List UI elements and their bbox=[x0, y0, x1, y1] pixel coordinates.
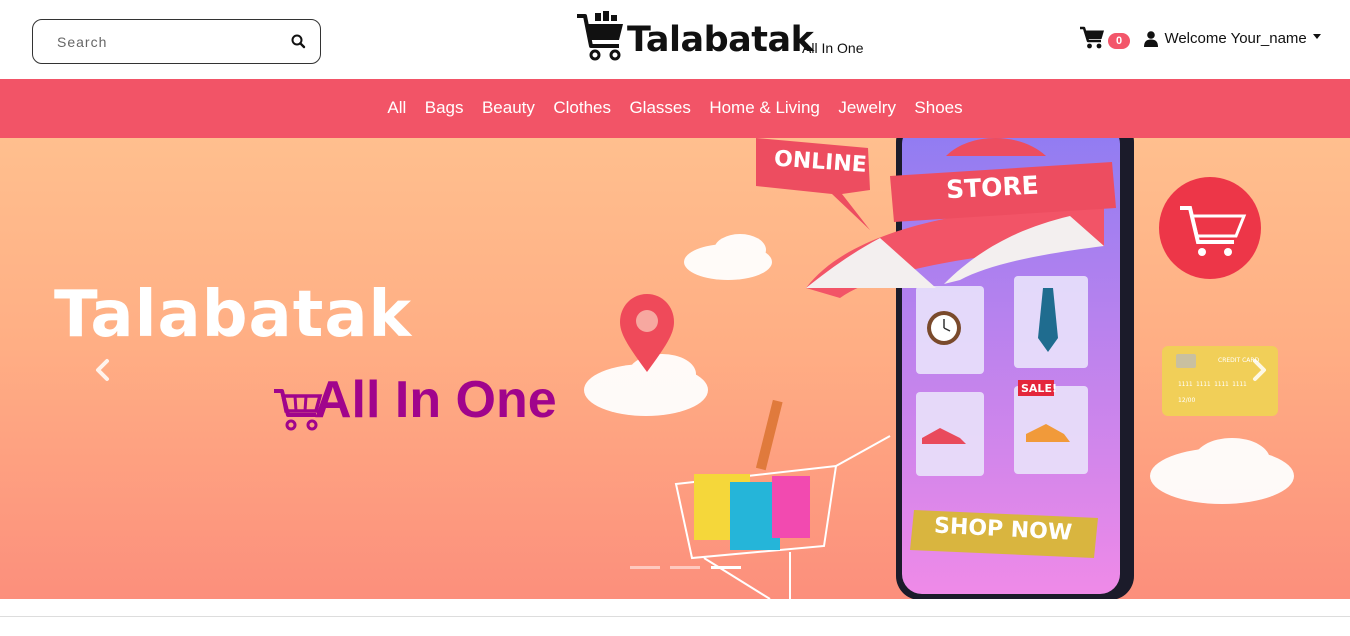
svg-text:1111 1111 1111 1111: 1111 1111 1111 1111 bbox=[1178, 381, 1247, 388]
search-box bbox=[32, 19, 321, 64]
nav-link-shoes[interactable]: Shoes bbox=[914, 98, 962, 118]
logo-subtitle: All In One bbox=[802, 40, 864, 56]
hero-carousel: ONLINE STORE SALE! SHOP NOW CREDIT CARD … bbox=[0, 138, 1350, 599]
search-icon[interactable] bbox=[289, 32, 309, 52]
hero-title: Talabatak bbox=[54, 278, 413, 352]
search-input[interactable] bbox=[57, 30, 277, 54]
carousel-indicator[interactable] bbox=[630, 566, 660, 569]
nav-link-home-living[interactable]: Home & Living bbox=[709, 98, 820, 118]
carousel-indicator-active[interactable] bbox=[710, 566, 741, 569]
carousel-next-chevron-icon[interactable] bbox=[1238, 343, 1282, 393]
hero-illustration: ONLINE STORE SALE! SHOP NOW CREDIT CARD … bbox=[584, 138, 1294, 599]
carousel-indicator[interactable] bbox=[670, 566, 701, 569]
svg-text:12/00: 12/00 bbox=[1178, 397, 1195, 404]
nav-link-beauty[interactable]: Beauty bbox=[482, 98, 535, 118]
caret-down-icon bbox=[1313, 34, 1322, 40]
nav-link-all[interactable]: All bbox=[387, 98, 406, 118]
user-icon bbox=[1144, 30, 1158, 47]
carousel-indicators bbox=[630, 566, 747, 572]
svg-text:STORE: STORE bbox=[945, 170, 1039, 204]
user-dropdown[interactable]: Welcome Your_name bbox=[1144, 30, 1322, 52]
site-header: Talabatak All In One 0 Welcome Your_name bbox=[0, 0, 1350, 79]
shopping-cart-icon bbox=[1080, 26, 1104, 49]
nav-link-bags[interactable]: Bags bbox=[425, 98, 464, 118]
logo-title: Talabatak bbox=[627, 20, 814, 60]
divider bbox=[0, 616, 1350, 617]
round-cart-badge-illustration bbox=[1159, 177, 1261, 279]
user-greeting: Welcome Your_name bbox=[1164, 30, 1307, 48]
nav-link-jewelry[interactable]: Jewelry bbox=[838, 98, 896, 118]
cart-button[interactable]: 0 bbox=[1080, 26, 1132, 54]
nav-link-glasses[interactable]: Glasses bbox=[629, 98, 690, 118]
cart-count-badge: 0 bbox=[1108, 33, 1130, 49]
category-nav: All Bags Beauty Clothes Glasses Home & L… bbox=[0, 79, 1350, 138]
carousel-prev-chevron-icon[interactable] bbox=[80, 343, 124, 393]
cart-logo-icon bbox=[577, 11, 623, 61]
svg-text:SALE!: SALE! bbox=[1021, 382, 1057, 395]
hero-subtitle: All In One bbox=[314, 371, 557, 429]
nav-link-clothes[interactable]: Clothes bbox=[553, 98, 611, 118]
